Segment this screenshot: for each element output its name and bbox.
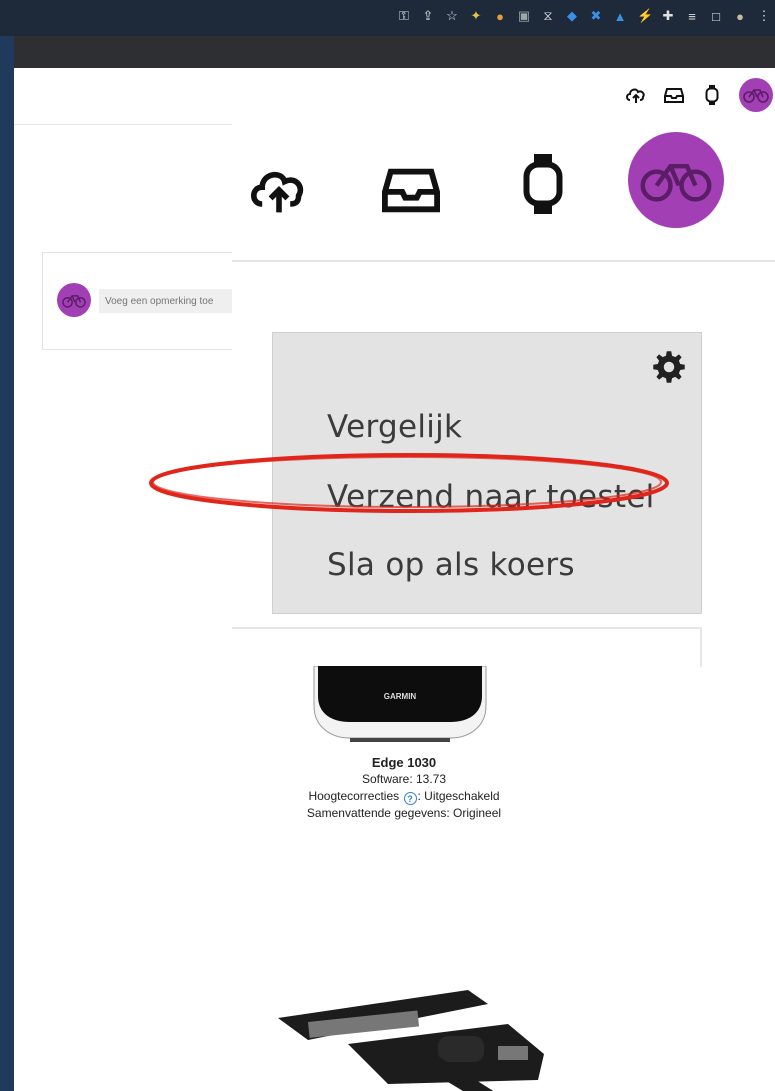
extension-icon[interactable]: ● [493,9,507,24]
elevation-value: : Uitgeschakeld [417,789,500,803]
avatar[interactable] [739,78,773,112]
browser-toolbar: ⚿ ⇪ ☆ ✦ ● ▣ ⧖ ◆ ✖ ▲ ⚡ ✚ ≡ □ ● ⋮ [0,0,775,36]
menu-item-send-to-device[interactable]: Verzend naar toestel [327,479,655,515]
menu-item-compare[interactable]: Vergelijk [327,409,462,445]
device-elevation: Hoogtecorrecties ?: Uitgeschakeld [214,788,594,805]
share-icon[interactable]: ⇪ [421,8,435,24]
star-icon[interactable]: ☆ [445,8,459,24]
watch-icon[interactable] [701,84,723,106]
device-software: Software: 13.73 [361,772,447,786]
extension-icon[interactable]: ▣ [517,8,531,24]
extension-icon[interactable]: ⚡ [637,8,653,24]
watch-icon[interactable] [522,150,564,223]
device-summary: Samenvattende gegevens: Origineel [306,806,502,820]
device-image-edge-1030: GARMIN [310,665,490,751]
elevation-label: Hoogtecorrecties [308,789,400,803]
inbox-icon[interactable] [382,162,440,221]
device-info: Edge 1030 Software: 13.73 Hoogtecorrecti… [214,754,594,822]
divider [232,627,702,667]
device-brand: GARMIN [384,692,417,701]
upload-icon[interactable] [625,84,647,106]
zoomed-header-icons [232,120,775,262]
playlist-icon[interactable]: ≡ [685,9,699,24]
comment-input[interactable] [99,289,239,313]
zoomed-overlay: Vergelijk Verzend naar toestel Sla op al… [232,120,775,668]
browser-bookmark-bar [14,36,775,68]
avatar[interactable] [628,132,724,228]
upload-icon[interactable] [246,162,312,223]
gear-icon[interactable] [651,349,687,385]
profile-icon[interactable]: ● [733,9,747,24]
extension-icon[interactable]: ⧖ [541,8,555,24]
device-name: Edge 1030 [371,755,437,770]
key-icon[interactable]: ⚿ [397,8,411,24]
heart-rate-strap-image [268,984,558,1091]
settings-dropdown-menu: Vergelijk Verzend naar toestel Sla op al… [272,332,702,614]
menu-icon[interactable]: ⋮ [757,8,771,24]
menu-item-save-as-course[interactable]: Sla op als koers [327,547,575,583]
comment-box [42,252,244,350]
sidepanel-icon[interactable]: □ [709,9,723,24]
page-header [14,68,775,125]
extension-icon[interactable]: ✦ [469,8,483,24]
extension-icon[interactable]: ◆ [565,8,579,24]
inbox-icon[interactable] [663,84,685,106]
extension-icon[interactable]: ✖ [589,8,603,24]
puzzle-icon[interactable]: ✚ [661,8,675,24]
extension-icon[interactable]: ▲ [613,9,627,24]
page-content: Vergelijk Verzend naar toestel Sla op al… [14,68,775,1091]
avatar [57,283,91,317]
help-icon[interactable]: ? [403,792,417,805]
